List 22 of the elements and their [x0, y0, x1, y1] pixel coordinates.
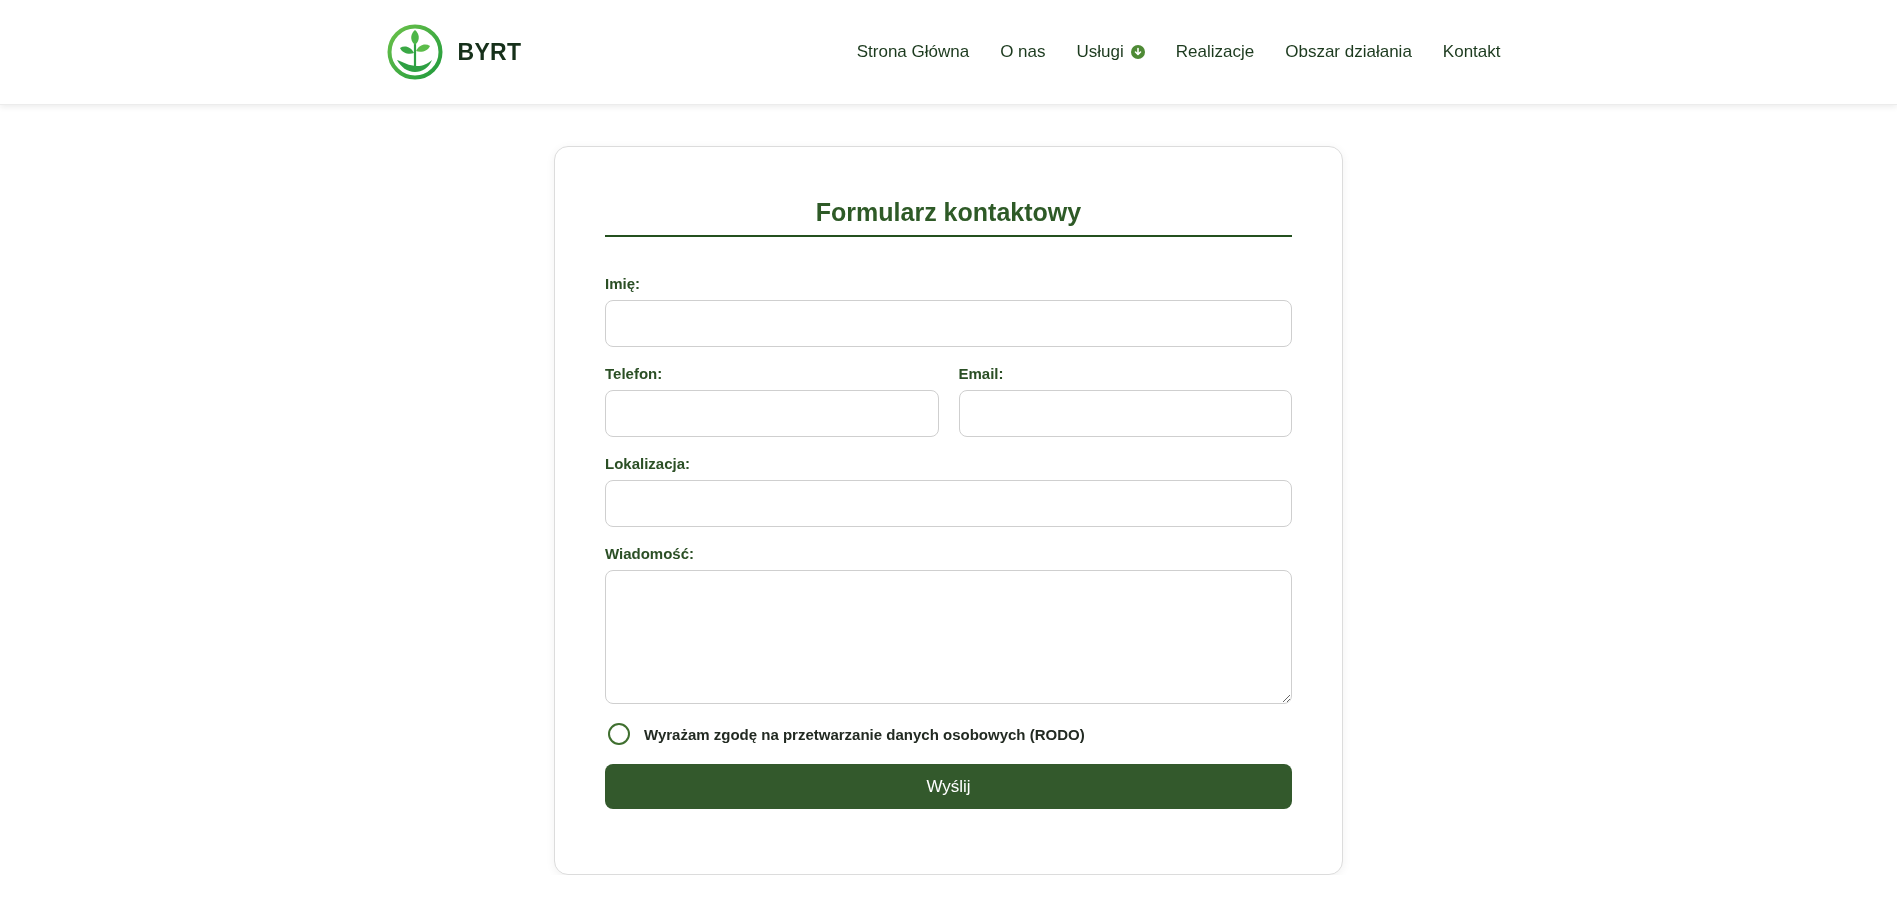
nav-link[interactable]: Obszar działania [1285, 42, 1412, 62]
plant-logo-icon [386, 24, 443, 80]
field-label: Email: [958, 365, 1005, 383]
submit-button[interactable]: Wyślij [605, 764, 1292, 809]
consent-checkbox[interactable] [608, 723, 630, 745]
message-field[interactable] [605, 570, 1292, 704]
nav-link[interactable]: Realizacje [1175, 42, 1255, 62]
input-field[interactable] [605, 390, 939, 437]
form-title: Formularz kontaktowy [605, 197, 1292, 237]
input-field[interactable] [958, 390, 1292, 437]
input-field[interactable] [605, 300, 1292, 347]
nav-link[interactable]: O nas [1000, 42, 1046, 62]
input-field[interactable] [605, 480, 1292, 527]
consent-label: Wyrażam zgodę na przetwarzanie danych osobowych (RODO) [644, 725, 1085, 743]
nav-link[interactable]: Strona Główna [856, 42, 970, 62]
field-label: Imię: [605, 275, 641, 293]
nav-link[interactable]: Usługi [1076, 42, 1145, 62]
brand-name: BYRT [457, 38, 522, 66]
field-label: Telefon: [605, 365, 664, 383]
nav-link[interactable]: Kontakt [1442, 42, 1501, 62]
field-label: Lokalizacja: [605, 455, 692, 473]
field-label: Wiadomość: [605, 545, 696, 563]
